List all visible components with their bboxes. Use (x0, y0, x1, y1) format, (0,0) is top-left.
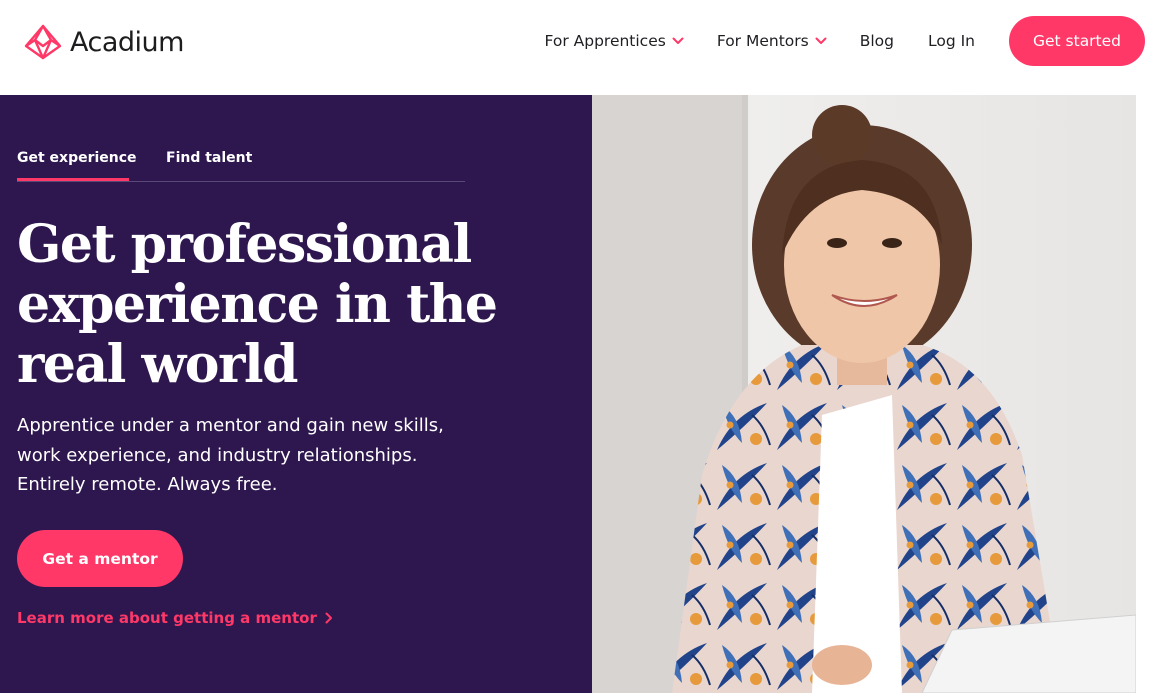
diamond-lattice-logo-icon (24, 24, 62, 60)
main-nav: For Apprentices For Mentors Blog Log In … (544, 16, 1163, 66)
learn-more-link[interactable]: Learn more about getting a mentor (17, 609, 333, 627)
chevron-right-icon (325, 612, 332, 624)
chevron-down-icon (815, 37, 827, 44)
chevron-down-icon (672, 37, 684, 44)
hero-tabs: Get experience Find talent (17, 150, 465, 182)
get-started-button[interactable]: Get started (1009, 16, 1145, 66)
logo-text: Acadium (70, 26, 184, 58)
nav-for-apprentices-label: For Apprentices (544, 32, 666, 50)
learn-more-link-label: Learn more about getting a mentor (17, 609, 317, 627)
hero-headline: Get professional experience in the real … (17, 214, 498, 395)
nav-blog-label: Blog (859, 32, 894, 50)
site-header: Acadium For Apprentices For Mentors Blog… (0, 0, 1163, 95)
active-tab-indicator (17, 178, 129, 181)
nav-log-in[interactable]: Log In (928, 32, 975, 50)
nav-log-in-label: Log In (927, 32, 975, 50)
hero-subtext: Apprentice under a mentor and gain new s… (17, 415, 444, 495)
hero-section: Get experience Find talent Get professio… (0, 95, 592, 693)
logo-link[interactable]: Acadium (24, 24, 184, 60)
tab-find-talent[interactable]: Find talent (166, 150, 252, 166)
get-a-mentor-button[interactable]: Get a mentor (17, 530, 183, 587)
nav-blog[interactable]: Blog (860, 32, 894, 50)
hero-photo (592, 95, 1136, 693)
woman-portrait-image (592, 95, 1136, 693)
nav-for-apprentices[interactable]: For Apprentices (544, 32, 684, 50)
nav-for-mentors-label: For Mentors (716, 32, 809, 50)
nav-for-mentors[interactable]: For Mentors (717, 32, 827, 50)
tab-get-experience[interactable]: Get experience (17, 150, 137, 166)
